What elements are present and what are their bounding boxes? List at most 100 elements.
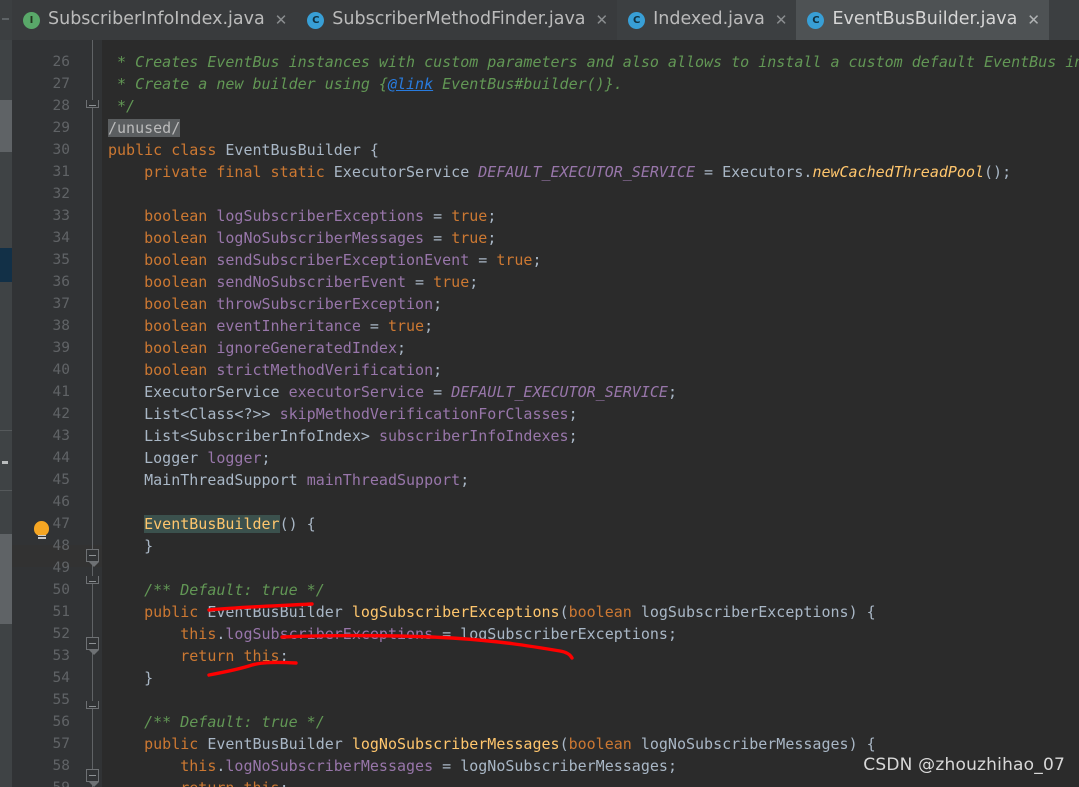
code-line-39: boolean ignoreGeneratedIndex; bbox=[144, 339, 407, 357]
tab-label: SubscriberInfoIndex.java bbox=[48, 9, 265, 30]
tab-indexed[interactable]: C Indexed.java ✕ bbox=[617, 0, 797, 40]
line-number: 26 bbox=[52, 54, 70, 70]
tab-eventbusbuilder[interactable]: C EventBusBuilder.java ✕ bbox=[796, 0, 1049, 40]
code-line-54: } bbox=[108, 669, 154, 687]
line-number: 53 bbox=[52, 648, 70, 664]
class-icon: C bbox=[628, 11, 646, 29]
fold-end-marker-javadoc[interactable] bbox=[86, 100, 99, 108]
line-number: 46 bbox=[52, 494, 70, 510]
code-line-59: return this; bbox=[108, 777, 288, 787]
line-number: 29 bbox=[52, 120, 70, 136]
close-icon[interactable]: ✕ bbox=[594, 12, 609, 28]
code-line-33: boolean logSubscriberExceptions = true; bbox=[144, 207, 497, 225]
line-number: 49 bbox=[52, 560, 70, 576]
fold-end-marker-constructor[interactable] bbox=[86, 576, 99, 584]
line-number: 34 bbox=[52, 230, 70, 246]
code-line-45: MainThreadSupport mainThreadSupport; bbox=[108, 471, 470, 489]
line-number: 52 bbox=[52, 626, 70, 642]
code-line-34: boolean logNoSubscriberMessages = true; bbox=[144, 229, 497, 247]
code-line-26: * Creates EventBus instances with custom… bbox=[108, 53, 1079, 71]
line-number: 28 bbox=[52, 98, 70, 114]
code-line-44: Logger logger; bbox=[108, 449, 271, 467]
code-line-30: public class EventBusBuilder { bbox=[108, 141, 379, 159]
code-line-48: } bbox=[108, 537, 154, 555]
code-line-52: this.logSubscriberExceptions = logSubscr… bbox=[180, 625, 677, 643]
code-line-57: public EventBusBuilder logNoSubscriberMe… bbox=[144, 735, 876, 753]
line-number: 39 bbox=[52, 340, 70, 356]
class-icon: C bbox=[807, 11, 825, 29]
close-icon[interactable]: ✕ bbox=[773, 12, 788, 28]
line-number: 32 bbox=[52, 186, 70, 202]
line-number: 51 bbox=[52, 604, 70, 620]
fold-start-marker-method1[interactable] bbox=[86, 637, 99, 655]
inlay-hint-unused: /unused/ bbox=[108, 119, 181, 137]
tab-label: Indexed.java bbox=[653, 9, 765, 30]
code-line-29: /unused/ bbox=[108, 117, 181, 139]
line-number: 35 bbox=[52, 252, 70, 268]
tab-subscribermethodfinder[interactable]: C SubscriberMethodFinder.java ✕ bbox=[296, 0, 618, 40]
code-line-41: ExecutorService executorService = DEFAUL… bbox=[108, 383, 677, 401]
stripe-divider bbox=[0, 490, 12, 491]
line-number: 30 bbox=[52, 142, 70, 158]
csdn-watermark: CSDN @zhouzhihao_07 bbox=[863, 755, 1065, 775]
code-text-area[interactable]: * Creates EventBus instances with custom… bbox=[102, 40, 1079, 787]
class-icon: C bbox=[307, 11, 325, 29]
line-number: 58 bbox=[52, 758, 70, 774]
code-line-43: List<SubscriberInfoIndex> subscriberInfo… bbox=[108, 427, 578, 445]
fold-start-marker-constructor[interactable] bbox=[86, 549, 99, 567]
line-number: 59 bbox=[12, 777, 70, 787]
close-icon[interactable]: ✕ bbox=[1025, 12, 1040, 28]
code-line-42: List<Class<?>> skipMethodVerificationFor… bbox=[108, 405, 578, 423]
code-line-38: boolean eventInheritance = true; bbox=[144, 317, 434, 335]
code-line-40: boolean strictMethodVerification; bbox=[144, 361, 443, 379]
close-icon[interactable]: ✕ bbox=[273, 12, 288, 28]
line-number: 27 bbox=[52, 76, 70, 92]
line-number: 44 bbox=[52, 450, 70, 466]
line-number: 36 bbox=[52, 274, 70, 290]
stripe-marker-tick[interactable] bbox=[2, 461, 8, 464]
code-line-53: return this; bbox=[180, 647, 289, 665]
line-number: 55 bbox=[52, 692, 70, 708]
code-editor[interactable]: 26 27 28 29 30 31 32 33 34 35 36 37 38 3… bbox=[12, 40, 1079, 787]
code-line-50: /** Default: true */ bbox=[108, 581, 325, 599]
tab-subscriberinfoindex[interactable]: I SubscriberInfoIndex.java ✕ bbox=[12, 0, 297, 40]
tab-bar-left-stub bbox=[0, 0, 12, 40]
line-number: 42 bbox=[52, 406, 70, 422]
line-number: 33 bbox=[52, 208, 70, 224]
code-line-37: boolean throwSubscriberException; bbox=[144, 295, 443, 313]
line-number: 31 bbox=[52, 164, 70, 180]
fold-end-marker-method1[interactable] bbox=[86, 701, 99, 709]
stripe-scrollbar-thumb[interactable] bbox=[0, 100, 12, 152]
stripe-marker-block[interactable] bbox=[0, 248, 12, 282]
code-line-36: boolean sendNoSubscriberEvent = true; bbox=[144, 273, 479, 291]
code-line-51: public EventBusBuilder logSubscriberExce… bbox=[144, 603, 876, 621]
line-number: 50 bbox=[52, 582, 70, 598]
line-number: 37 bbox=[52, 296, 70, 312]
stripe-divider bbox=[0, 430, 12, 431]
code-line-31: private final static ExecutorService DEF… bbox=[144, 163, 1012, 181]
line-number: 41 bbox=[52, 384, 70, 400]
line-number: 40 bbox=[52, 362, 70, 378]
code-line-28: */ bbox=[108, 97, 136, 115]
stripe-scrollbar-thumb-lower[interactable] bbox=[0, 534, 12, 624]
lightbulb-base bbox=[37, 534, 46, 537]
line-number: 45 bbox=[52, 472, 70, 488]
tab-label: EventBusBuilder.java bbox=[832, 9, 1018, 30]
tab-label: SubscriberMethodFinder.java bbox=[332, 9, 586, 30]
line-number: 57 bbox=[52, 736, 70, 752]
editor-tab-bar: I SubscriberInfoIndex.java ✕ C Subscribe… bbox=[0, 0, 1079, 40]
code-folding-gutter[interactable] bbox=[80, 40, 102, 787]
left-marker-stripe[interactable] bbox=[0, 40, 12, 787]
code-line-47: EventBusBuilder() { bbox=[144, 515, 316, 533]
line-number: 38 bbox=[52, 318, 70, 334]
ide-editor-window: I SubscriberInfoIndex.java ✕ C Subscribe… bbox=[0, 0, 1079, 787]
code-line-27: * Create a new builder using {@link Even… bbox=[108, 75, 623, 93]
lightbulb-icon[interactable] bbox=[34, 521, 49, 540]
fold-start-marker-method2[interactable] bbox=[86, 769, 99, 787]
code-line-56: /** Default: true */ bbox=[108, 713, 325, 731]
line-number: 56 bbox=[52, 714, 70, 730]
line-number: 54 bbox=[52, 670, 70, 686]
code-line-35: boolean sendSubscriberExceptionEvent = t… bbox=[144, 251, 542, 269]
code-line-58: this.logNoSubscriberMessages = logNoSubs… bbox=[180, 757, 677, 775]
lightbulb-base bbox=[37, 537, 46, 539]
